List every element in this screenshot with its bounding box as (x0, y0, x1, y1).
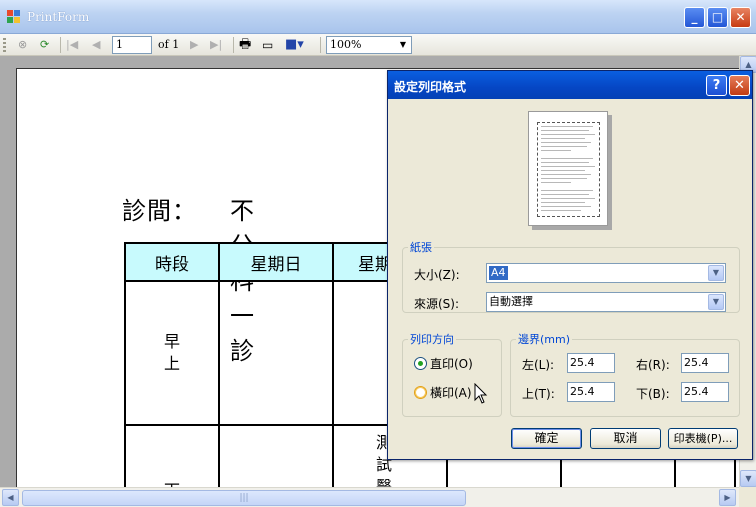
mouse-cursor-icon (474, 383, 488, 404)
toolbar-separator (60, 37, 61, 53)
stop-icon[interactable]: ⊗ (18, 37, 27, 53)
next-page-icon[interactable]: ▶ (190, 37, 198, 53)
app-icon (7, 10, 21, 24)
dialog-close-button[interactable]: ✕ (729, 75, 750, 96)
top-margin-input[interactable]: 25.4 (567, 382, 615, 402)
left-margin-label: 左(L): (522, 358, 555, 372)
period-cell: 早 上 (124, 280, 220, 426)
maximize-button[interactable]: □ (707, 7, 728, 28)
ok-button[interactable]: 確定 (511, 428, 582, 449)
printer-button[interactable]: 印表機(P)... (668, 428, 738, 449)
paper-size-value: A4 (489, 266, 508, 280)
window-titlebar[interactable]: PrintForm _ □ ✕ (0, 0, 756, 34)
source-label: 來源(S): (414, 297, 460, 311)
bottom-margin-input[interactable]: 25.4 (681, 382, 729, 402)
page-count-label: of 1 (158, 38, 180, 51)
zoom-value: 100% (330, 38, 362, 51)
page-setup-dialog: 設定列印格式 ? ✕ 紙張 大小(Z): A4 ▼ 來源(S): 自動選擇 ▼ … (387, 70, 753, 460)
horizontal-scroll-thumb[interactable]: ||| (22, 490, 466, 506)
minimize-button[interactable]: _ (684, 7, 705, 28)
landscape-label[interactable]: 橫印(A) (430, 384, 472, 401)
horizontal-scrollbar[interactable]: ◀ ||| ▶ (0, 487, 739, 507)
scroll-left-icon[interactable]: ◀ (2, 489, 19, 506)
toolbar-separator (320, 37, 321, 53)
page-preview-thumbnail (528, 111, 608, 226)
portrait-radio[interactable] (414, 357, 427, 370)
close-button[interactable]: ✕ (730, 7, 751, 28)
chevron-down-icon[interactable]: ▼ (708, 294, 724, 310)
chevron-down-icon[interactable]: ▼ (396, 38, 410, 52)
paper-group-label: 紙張 (410, 241, 432, 254)
print-icon[interactable]: 🖶 (239, 37, 251, 53)
zoom-select[interactable]: 100% ▼ (326, 36, 412, 54)
top-margin-label: 上(T): (522, 387, 555, 401)
clinic-label: 診間： (122, 197, 197, 225)
print-preview-toolbar: ⊗ ⟳ |◀ ◀ 1 of 1 ▶ ▶| 🖶 ▭ ■▾ 100% ▼ (0, 34, 756, 56)
right-margin-input[interactable]: 25.4 (681, 353, 729, 373)
help-button[interactable]: ? (706, 75, 727, 96)
chevron-down-icon[interactable]: ▼ (708, 265, 724, 281)
toolbar-separator (233, 37, 234, 53)
previous-page-icon[interactable]: ◀ (92, 37, 100, 53)
cancel-button[interactable]: 取消 (590, 428, 661, 449)
bottom-margin-label: 下(B): (636, 387, 670, 401)
refresh-icon[interactable]: ⟳ (40, 37, 49, 53)
page-setup-icon[interactable]: ▭ (262, 37, 273, 53)
toolbar-grip[interactable] (3, 38, 6, 52)
export-icon[interactable]: ■▾ (285, 37, 304, 53)
left-margin-input[interactable]: 25.4 (567, 353, 615, 373)
paper-source-select[interactable]: 自動選擇 ▼ (486, 292, 726, 312)
size-grip[interactable] (739, 487, 756, 507)
header-cell: 時段 (124, 242, 220, 282)
last-page-icon[interactable]: ▶| (210, 37, 222, 53)
portrait-label[interactable]: 直印(O) (430, 355, 473, 372)
header-cell: 星期日 (218, 242, 334, 282)
dialog-titlebar[interactable]: 設定列印格式 ? ✕ (388, 71, 752, 99)
first-page-icon[interactable]: |◀ (66, 37, 78, 53)
size-label: 大小(Z): (414, 268, 460, 282)
margins-group-label: 邊界(mm) (518, 333, 571, 346)
margins-group: 邊界(mm) (510, 331, 740, 417)
paper-source-value: 自動選擇 (489, 295, 533, 308)
right-margin-label: 右(R): (636, 358, 670, 372)
window-title: PrintForm (27, 10, 90, 24)
dialog-title: 設定列印格式 (394, 80, 467, 94)
landscape-radio[interactable] (414, 386, 427, 399)
scroll-down-icon[interactable]: ▼ (740, 470, 756, 487)
clinic-heading: 診間： 不分科一診 (122, 191, 254, 365)
paper-size-select[interactable]: A4 ▼ (486, 263, 726, 283)
table-cell (218, 280, 334, 426)
page-number-input[interactable]: 1 (112, 36, 152, 54)
orientation-group-label: 列印方向 (410, 333, 454, 346)
scroll-right-icon[interactable]: ▶ (719, 489, 736, 506)
